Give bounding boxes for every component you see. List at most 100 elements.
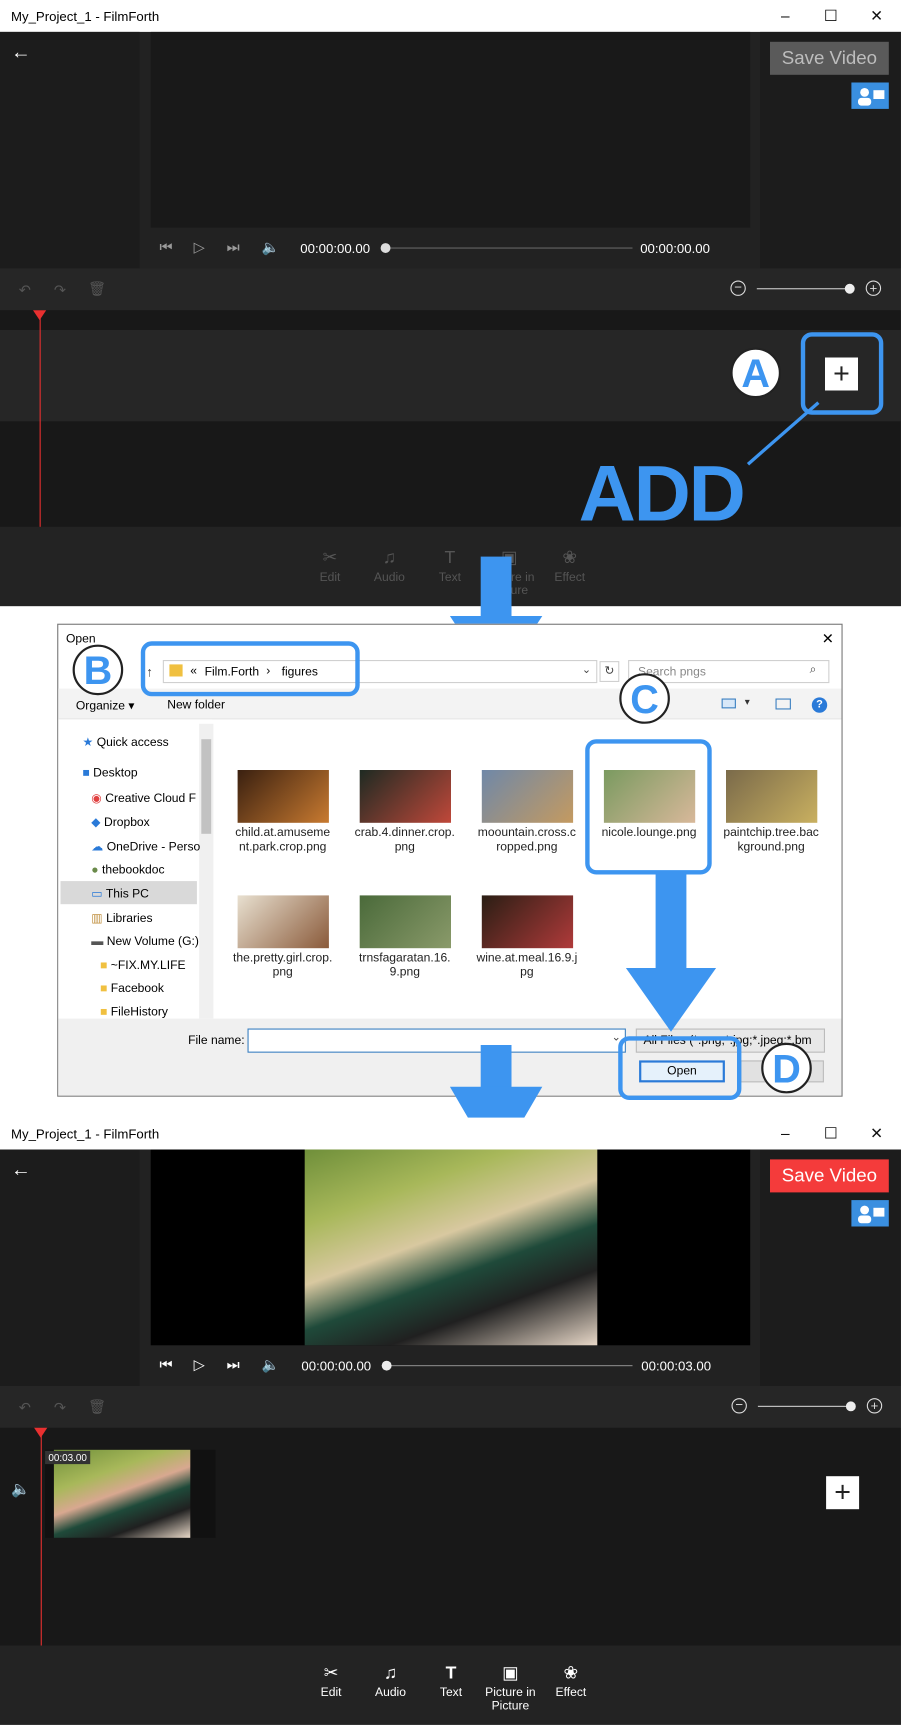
minimize-button[interactable]: – xyxy=(781,7,790,25)
file-name: crab.4.dinner.crop.png xyxy=(354,826,455,854)
seek-knob[interactable] xyxy=(381,1360,392,1371)
undo-icon[interactable]: ↶ xyxy=(19,282,31,300)
skip-forward-icon[interactable]: ⏭ xyxy=(227,1356,240,1374)
help-icon[interactable]: ? xyxy=(811,697,828,713)
new-folder-button[interactable]: New folder xyxy=(167,699,225,712)
playhead[interactable] xyxy=(40,1431,42,1646)
highlight-open-button xyxy=(618,1036,742,1100)
bottom-titlebar: My_Project_1 - FilmForth – ☐ ✕ xyxy=(0,1117,901,1150)
folder-icon: ■ xyxy=(100,1005,111,1019)
music-note-icon: ♫ xyxy=(383,1664,398,1683)
arrow-down-2-shaft xyxy=(655,874,687,979)
annotation-d: D xyxy=(761,1042,812,1094)
file-name: the.pretty.girl.crop.png xyxy=(233,951,333,980)
redo-icon[interactable]: ↷ xyxy=(54,1399,66,1417)
maximize-button[interactable]: ☐ xyxy=(824,1124,838,1143)
preview-pane-icon[interactable] xyxy=(775,698,791,710)
add-media-button[interactable]: + xyxy=(826,1476,860,1510)
file-name: trnsfagaratan.16.9.png xyxy=(359,951,451,980)
user-icon: ● xyxy=(91,863,102,877)
sidebar-item-facebook[interactable]: ■ Facebook xyxy=(100,982,164,995)
time-current: 00:00:00.00 xyxy=(300,240,371,257)
dropbox-icon: ◆ xyxy=(91,816,104,830)
sidebar-item-creative-cloud[interactable]: ◉ Creative Cloud F xyxy=(91,791,196,805)
view-dropdown-icon[interactable]: ▾ xyxy=(745,696,750,708)
video-preview xyxy=(150,31,751,228)
effect-icon: ❀ xyxy=(562,548,578,568)
seek-bar[interactable] xyxy=(386,1365,633,1367)
redo-icon[interactable]: ↷ xyxy=(54,282,66,300)
sidebar-item-dropbox[interactable]: ◆ Dropbox xyxy=(91,815,149,829)
annotation-pointer-line xyxy=(746,401,820,466)
seek-bar[interactable] xyxy=(385,247,633,249)
tool-text[interactable]: T Text xyxy=(417,547,483,584)
close-button[interactable]: ✕ xyxy=(870,1124,883,1143)
zoom-in-icon[interactable]: + xyxy=(866,1398,883,1414)
creative-cloud-icon: ◉ xyxy=(91,792,106,806)
zoom-slider[interactable] xyxy=(756,288,852,290)
arrow-down-3-shaft xyxy=(480,1045,512,1092)
file-name: paintchip.tree.background.png xyxy=(723,826,819,854)
tool-audio[interactable]: ♫ Audio xyxy=(356,547,422,584)
annotation-b: B xyxy=(72,644,124,696)
tool-pip[interactable]: ▣Picture in Picture xyxy=(477,1662,543,1712)
back-arrow-icon[interactable]: ← xyxy=(11,41,31,64)
zoom-slider[interactable] xyxy=(757,1405,853,1407)
volume-icon[interactable]: 🔈 xyxy=(262,1356,280,1374)
sidebar-item-onedrive[interactable]: ☁ OneDrive - Perso xyxy=(91,839,200,853)
minimize-button[interactable]: – xyxy=(781,1124,790,1142)
tool-edit[interactable]: ✂ Edit xyxy=(297,547,363,584)
view-options-icon[interactable] xyxy=(721,698,736,709)
skip-back-icon[interactable]: ⏮ xyxy=(160,239,173,257)
sidebar-item-this-pc[interactable]: ▭ This PC xyxy=(91,887,149,901)
play-icon[interactable]: ▷ xyxy=(194,239,205,257)
dialog-title: Open xyxy=(66,632,96,646)
back-arrow-icon[interactable]: ← xyxy=(11,1158,31,1181)
user-mail-icon[interactable] xyxy=(851,1200,889,1227)
zoom-knob[interactable] xyxy=(844,283,855,294)
tool-edit[interactable]: ✂ Edit xyxy=(298,1662,364,1699)
refresh-icon[interactable]: ↻ xyxy=(599,661,620,682)
organize-button[interactable]: Organize ▾ xyxy=(76,699,135,713)
undo-icon[interactable]: ↶ xyxy=(19,1399,31,1417)
seek-knob[interactable] xyxy=(380,243,391,253)
track-volume-icon[interactable]: 🔈 xyxy=(11,1480,30,1499)
playhead-handle[interactable] xyxy=(33,310,47,321)
dialog-close-button[interactable]: ✕ xyxy=(822,630,834,648)
sidebar-item-libraries[interactable]: ▥ Libraries xyxy=(91,911,152,925)
sidebar-item-thebookdoc[interactable]: ● thebookdoc xyxy=(91,864,164,877)
trash-icon[interactable]: 🗑 xyxy=(88,281,106,299)
sidebar-item-fix-my-life[interactable]: ■ ~FIX.MY.LIFE xyxy=(100,959,185,972)
tool-audio[interactable]: ♫ Audio xyxy=(358,1662,424,1699)
zoom-out-icon[interactable]: − xyxy=(731,1398,747,1414)
file-name-label: File name: xyxy=(188,1034,245,1048)
sidebar-item-desktop[interactable]: ■ Desktop xyxy=(83,767,138,780)
volume-icon[interactable]: 🔈 xyxy=(262,239,280,257)
sidebar-item-filehistory[interactable]: ■ FileHistory xyxy=(100,1005,168,1018)
play-icon[interactable]: ▷ xyxy=(194,1356,205,1374)
sidebar-scroll-thumb[interactable] xyxy=(201,739,212,834)
save-video-button[interactable]: Save Video xyxy=(770,1159,889,1193)
sidebar-item-quick-access[interactable]: ★ Quick access xyxy=(83,735,169,749)
desktop-icon: ■ xyxy=(82,766,94,780)
skip-forward-icon[interactable]: ⏭ xyxy=(227,239,240,257)
trash-icon[interactable]: 🗑 xyxy=(88,1398,106,1416)
skip-back-icon[interactable]: ⏮ xyxy=(160,1356,173,1374)
zoom-out-icon[interactable]: − xyxy=(730,280,746,296)
file-thumbnail xyxy=(237,895,329,949)
file-name-input[interactable] xyxy=(247,1028,626,1053)
playhead[interactable] xyxy=(39,313,41,527)
tool-text[interactable]: T Text xyxy=(418,1662,484,1699)
sidebar-item-new-volume[interactable]: ▬ New Volume (G:) xyxy=(91,935,199,948)
text-icon: T xyxy=(445,1664,457,1683)
tool-effect[interactable]: ❀ Effect xyxy=(538,1662,604,1699)
save-video-button[interactable]: Save Video xyxy=(770,41,889,75)
tool-effect[interactable]: ❀ Effect xyxy=(537,547,603,584)
address-dropdown-icon[interactable]: ⌄ xyxy=(582,664,591,676)
zoom-in-icon[interactable]: + xyxy=(865,280,882,296)
close-button[interactable]: ✕ xyxy=(870,7,883,26)
playhead-handle[interactable] xyxy=(34,1427,48,1438)
zoom-knob[interactable] xyxy=(845,1401,856,1412)
maximize-button[interactable]: ☐ xyxy=(824,7,838,26)
user-mail-icon[interactable] xyxy=(851,82,889,109)
